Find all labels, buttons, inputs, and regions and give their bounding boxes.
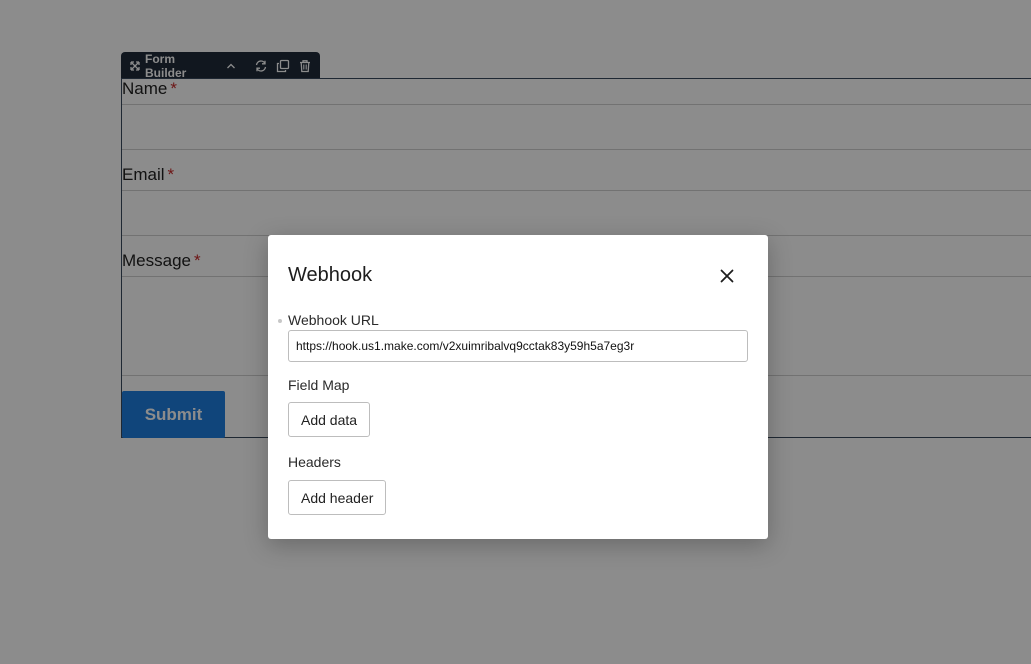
close-icon[interactable] [717,266,737,286]
webhook-modal: Webhook Webhook URL Field Map Add data H… [268,235,768,539]
add-data-button[interactable]: Add data [288,402,371,437]
field-map-label: Field Map [288,377,350,393]
modal-title: Webhook [288,264,373,286]
required-indicator [278,319,282,323]
headers-label: Headers [288,454,341,470]
webhook-url-label: Webhook URL [288,312,379,328]
webhook-url-input[interactable] [288,330,748,362]
add-header-button[interactable]: Add header [288,480,387,515]
